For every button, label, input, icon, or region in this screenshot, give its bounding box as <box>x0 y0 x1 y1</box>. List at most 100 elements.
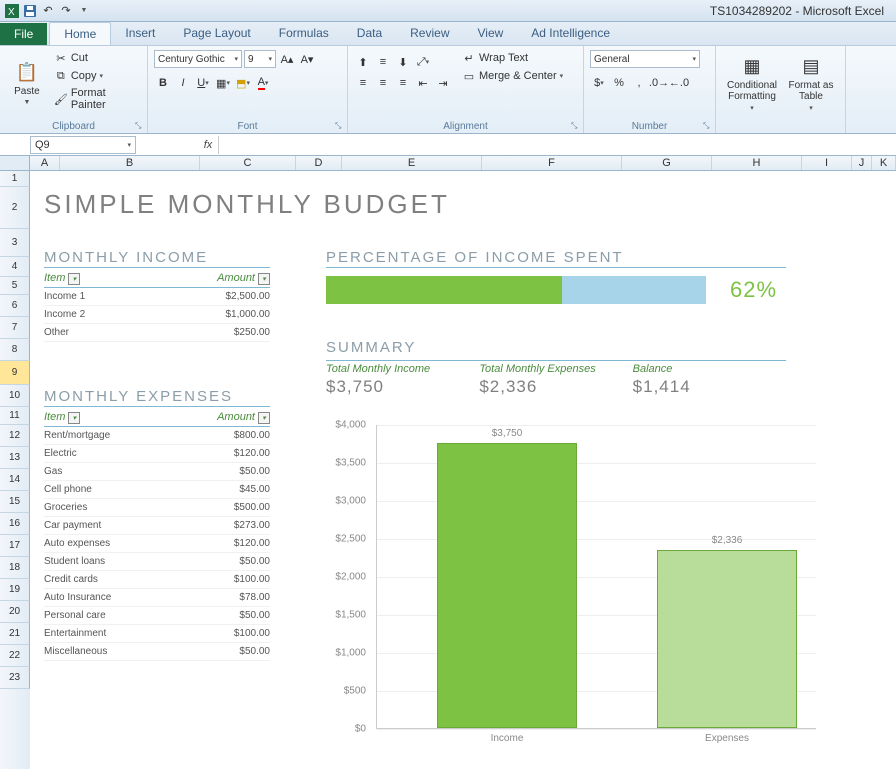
table-row[interactable]: Car payment$273.00 <box>44 517 270 535</box>
row-header[interactable]: 14 <box>0 469 30 491</box>
tab-home[interactable]: Home <box>49 22 111 45</box>
column-header[interactable]: G <box>622 156 712 170</box>
row-header[interactable]: 16 <box>0 513 30 535</box>
row-header[interactable]: 3 <box>0 229 30 257</box>
tab-review[interactable]: Review <box>396 22 463 45</box>
border-button[interactable]: ▦▾ <box>214 74 232 92</box>
formula-input[interactable] <box>218 136 896 154</box>
row-header[interactable]: 18 <box>0 557 30 579</box>
format-as-table-button[interactable]: ▤ Format as Table▾ <box>786 50 836 116</box>
bold-button[interactable]: B <box>154 74 172 92</box>
row-header[interactable]: 12 <box>0 425 30 447</box>
row-header[interactable]: 19 <box>0 579 30 601</box>
number-format-select[interactable]: General▾ <box>590 50 700 68</box>
merge-center-button[interactable]: ▭Merge & Center▾ <box>460 68 565 84</box>
row-header[interactable]: 5 <box>0 277 30 295</box>
table-row[interactable]: Other$250.00 <box>44 324 270 342</box>
table-row[interactable]: Miscellaneous$50.00 <box>44 643 270 661</box>
row-header[interactable]: 22 <box>0 645 30 667</box>
decrease-font-icon[interactable]: A▾ <box>298 50 316 68</box>
qat-customize-icon[interactable]: ▼ <box>76 3 92 19</box>
conditional-formatting-button[interactable]: ▦ Conditional Formatting▾ <box>722 50 782 116</box>
tab-insert[interactable]: Insert <box>111 22 169 45</box>
align-top-icon[interactable]: ⬆ <box>354 53 372 71</box>
filter-button[interactable]: ▾ <box>68 412 80 424</box>
paste-button[interactable]: 📋 Paste ▼ <box>6 50 48 116</box>
column-header[interactable]: D <box>296 156 342 170</box>
dialog-launcher-icon[interactable]: ⤡ <box>571 121 581 131</box>
row-header[interactable]: 17 <box>0 535 30 557</box>
align-left-icon[interactable]: ≡ <box>354 74 372 92</box>
filter-button[interactable]: ▾ <box>258 412 270 424</box>
increase-decimal-icon[interactable]: .0→ <box>650 74 668 92</box>
font-color-button[interactable]: A▾ <box>254 74 272 92</box>
tab-ad-intelligence[interactable]: Ad Intelligence <box>517 22 624 45</box>
dialog-launcher-icon[interactable]: ⤡ <box>335 121 345 131</box>
column-header[interactable]: A <box>30 156 60 170</box>
table-row[interactable]: Student loans$50.00 <box>44 553 270 571</box>
table-row[interactable]: Auto expenses$120.00 <box>44 535 270 553</box>
column-header[interactable]: H <box>712 156 802 170</box>
table-row[interactable]: Rent/mortgage$800.00 <box>44 427 270 445</box>
fill-color-button[interactable]: ⬒▾ <box>234 74 252 92</box>
row-header[interactable]: 1 <box>0 171 30 187</box>
dialog-launcher-icon[interactable]: ⤡ <box>703 121 713 131</box>
decrease-decimal-icon[interactable]: ←.0 <box>670 74 688 92</box>
font-name-select[interactable]: Century Gothic▾ <box>154 50 242 68</box>
select-all-button[interactable] <box>0 156 30 171</box>
decrease-indent-icon[interactable]: ⇤ <box>414 74 432 92</box>
align-middle-icon[interactable]: ≡ <box>374 53 392 71</box>
table-row[interactable]: Auto Insurance$78.00 <box>44 589 270 607</box>
row-header[interactable]: 11 <box>0 407 30 425</box>
table-row[interactable]: Cell phone$45.00 <box>44 481 270 499</box>
row-header[interactable]: 7 <box>0 317 30 339</box>
table-row[interactable]: Income 2$1,000.00 <box>44 306 270 324</box>
cut-button[interactable]: ✂Cut <box>52 50 141 66</box>
row-header[interactable]: 13 <box>0 447 30 469</box>
copy-button[interactable]: ⧉Copy▾ <box>52 68 141 84</box>
column-header[interactable]: E <box>342 156 482 170</box>
tab-page-layout[interactable]: Page Layout <box>169 22 264 45</box>
row-header[interactable]: 6 <box>0 295 30 317</box>
underline-button[interactable]: U▾ <box>194 74 212 92</box>
undo-icon[interactable]: ↶ <box>40 3 56 19</box>
currency-icon[interactable]: $▾ <box>590 74 608 92</box>
format-painter-button[interactable]: 🖌Format Painter <box>52 86 141 112</box>
italic-button[interactable]: I <box>174 74 192 92</box>
table-row[interactable]: Gas$50.00 <box>44 463 270 481</box>
filter-button[interactable]: ▾ <box>68 273 80 285</box>
dialog-launcher-icon[interactable]: ⤡ <box>135 121 145 131</box>
redo-icon[interactable]: ↷ <box>58 3 74 19</box>
column-header[interactable]: C <box>200 156 296 170</box>
worksheet-content[interactable]: SIMPLE MONTHLY BUDGET MONTHLY INCOME Ite… <box>30 171 896 769</box>
increase-font-icon[interactable]: A▴ <box>278 50 296 68</box>
fx-button[interactable]: fx <box>198 136 218 154</box>
row-header[interactable]: 21 <box>0 623 30 645</box>
table-row[interactable]: Groceries$500.00 <box>44 499 270 517</box>
table-row[interactable]: Personal care$50.00 <box>44 607 270 625</box>
table-row[interactable]: Income 1$2,500.00 <box>44 288 270 306</box>
column-header[interactable]: J <box>852 156 872 170</box>
name-box[interactable]: Q9▾ <box>30 136 136 154</box>
row-header[interactable]: 8 <box>0 339 30 361</box>
row-header[interactable]: 20 <box>0 601 30 623</box>
align-center-icon[interactable]: ≡ <box>374 74 392 92</box>
column-header[interactable]: F <box>482 156 622 170</box>
percent-icon[interactable]: % <box>610 74 628 92</box>
table-row[interactable]: Entertainment$100.00 <box>44 625 270 643</box>
tab-view[interactable]: View <box>464 22 518 45</box>
table-row[interactable]: Electric$120.00 <box>44 445 270 463</box>
font-size-select[interactable]: 9▾ <box>244 50 276 68</box>
column-header[interactable]: B <box>60 156 200 170</box>
orientation-icon[interactable]: ⤢▾ <box>414 53 432 71</box>
align-bottom-icon[interactable]: ⬇ <box>394 53 412 71</box>
wrap-text-button[interactable]: ↵Wrap Text <box>460 50 565 66</box>
column-header[interactable]: I <box>802 156 852 170</box>
row-header[interactable]: 9 <box>0 361 30 385</box>
comma-icon[interactable]: , <box>630 74 648 92</box>
increase-indent-icon[interactable]: ⇥ <box>434 74 452 92</box>
column-header[interactable]: K <box>872 156 896 170</box>
align-right-icon[interactable]: ≡ <box>394 74 412 92</box>
tab-data[interactable]: Data <box>343 22 396 45</box>
tab-formulas[interactable]: Formulas <box>265 22 343 45</box>
